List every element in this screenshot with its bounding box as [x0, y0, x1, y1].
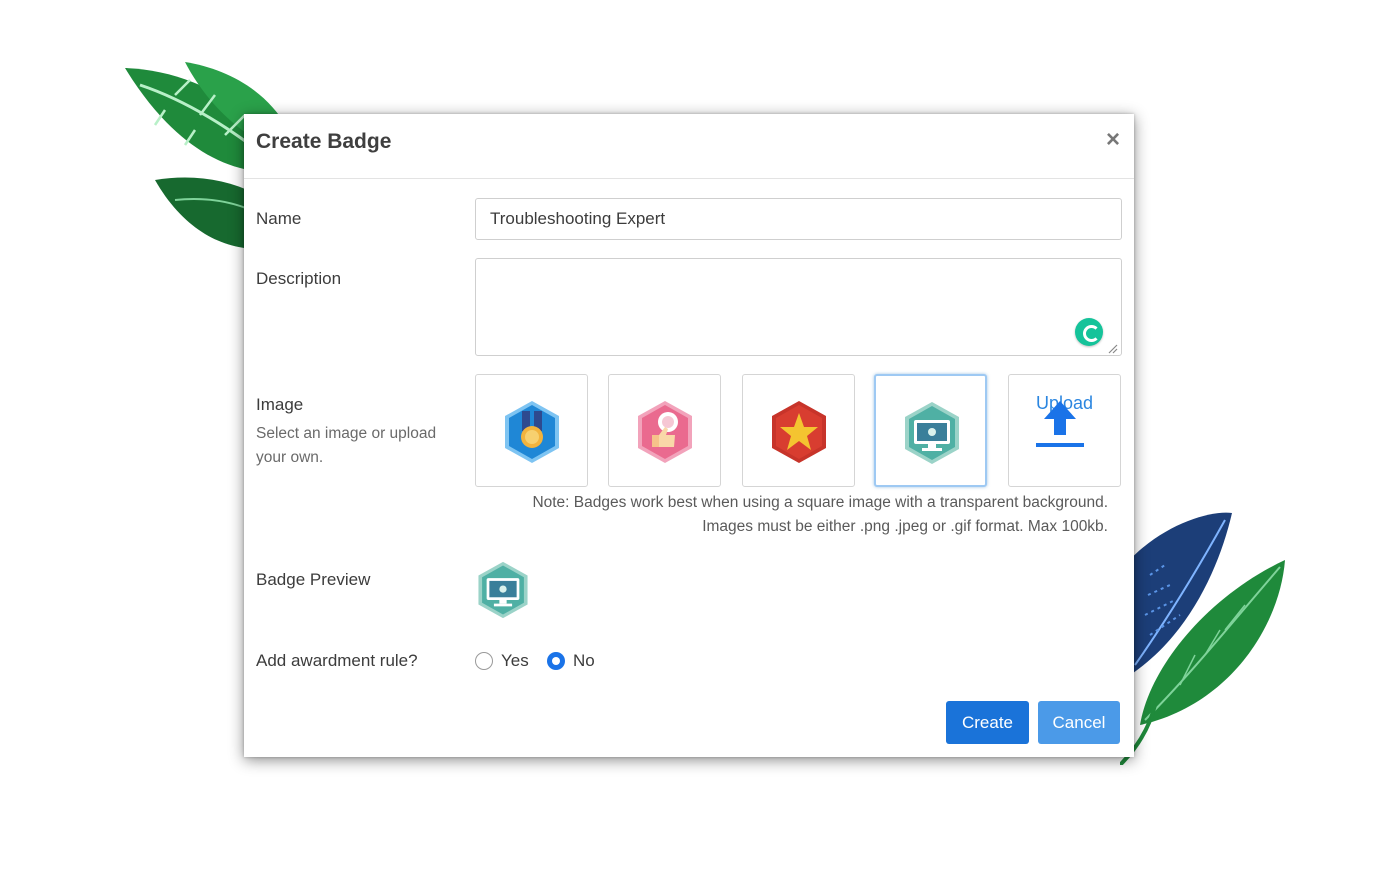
grammarly-icon[interactable] [1075, 318, 1103, 346]
cancel-button[interactable]: Cancel [1038, 701, 1120, 744]
dialog-header: Create Badge × [244, 114, 1134, 179]
create-badge-dialog: Create Badge × Name Description Image Se… [244, 114, 1134, 757]
resize-grip-icon[interactable] [1106, 342, 1118, 354]
image-help-text: Select an image or upload your own. [256, 425, 437, 466]
name-label: Name [256, 209, 302, 228]
dialog-title: Create Badge [256, 130, 392, 153]
star-badge-icon [772, 401, 826, 463]
awardment-yes-radio[interactable] [475, 652, 493, 670]
medal-badge-icon [505, 401, 559, 463]
image-label: Image [256, 395, 304, 414]
image-format-note: Note: Badges work best when using a squa… [532, 491, 1108, 539]
upload-arrow-icon [1036, 401, 1084, 447]
badge-option-star[interactable] [742, 374, 855, 487]
decorative-leaves-right [1120, 512, 1285, 765]
badge-option-computer-bug[interactable] [874, 374, 987, 487]
badge-option-medal[interactable] [475, 374, 588, 487]
description-textarea[interactable] [475, 258, 1122, 356]
note-line-1: Note: Badges work best when using a squa… [532, 494, 1108, 511]
badge-preview-image [478, 561, 528, 619]
description-label: Description [256, 269, 342, 288]
name-input[interactable] [475, 198, 1122, 240]
computer-bug-badge-icon [905, 402, 959, 464]
awardment-no-label[interactable]: No [573, 651, 595, 671]
note-line-2: Images must be either .png .jpeg or .gif… [702, 518, 1108, 535]
close-icon[interactable]: × [1106, 128, 1120, 152]
awardment-no-radio[interactable] [547, 652, 565, 670]
badge-option-thumbs-up[interactable] [608, 374, 721, 487]
create-button[interactable]: Create [946, 701, 1029, 744]
thumbs-up-badge-icon [638, 401, 692, 463]
badge-preview-label: Badge Preview [256, 570, 371, 589]
awardment-yes-label[interactable]: Yes [501, 651, 529, 671]
upload-image-button[interactable]: Upload [1008, 374, 1121, 487]
awardment-rule-label: Add awardment rule? [256, 651, 418, 670]
